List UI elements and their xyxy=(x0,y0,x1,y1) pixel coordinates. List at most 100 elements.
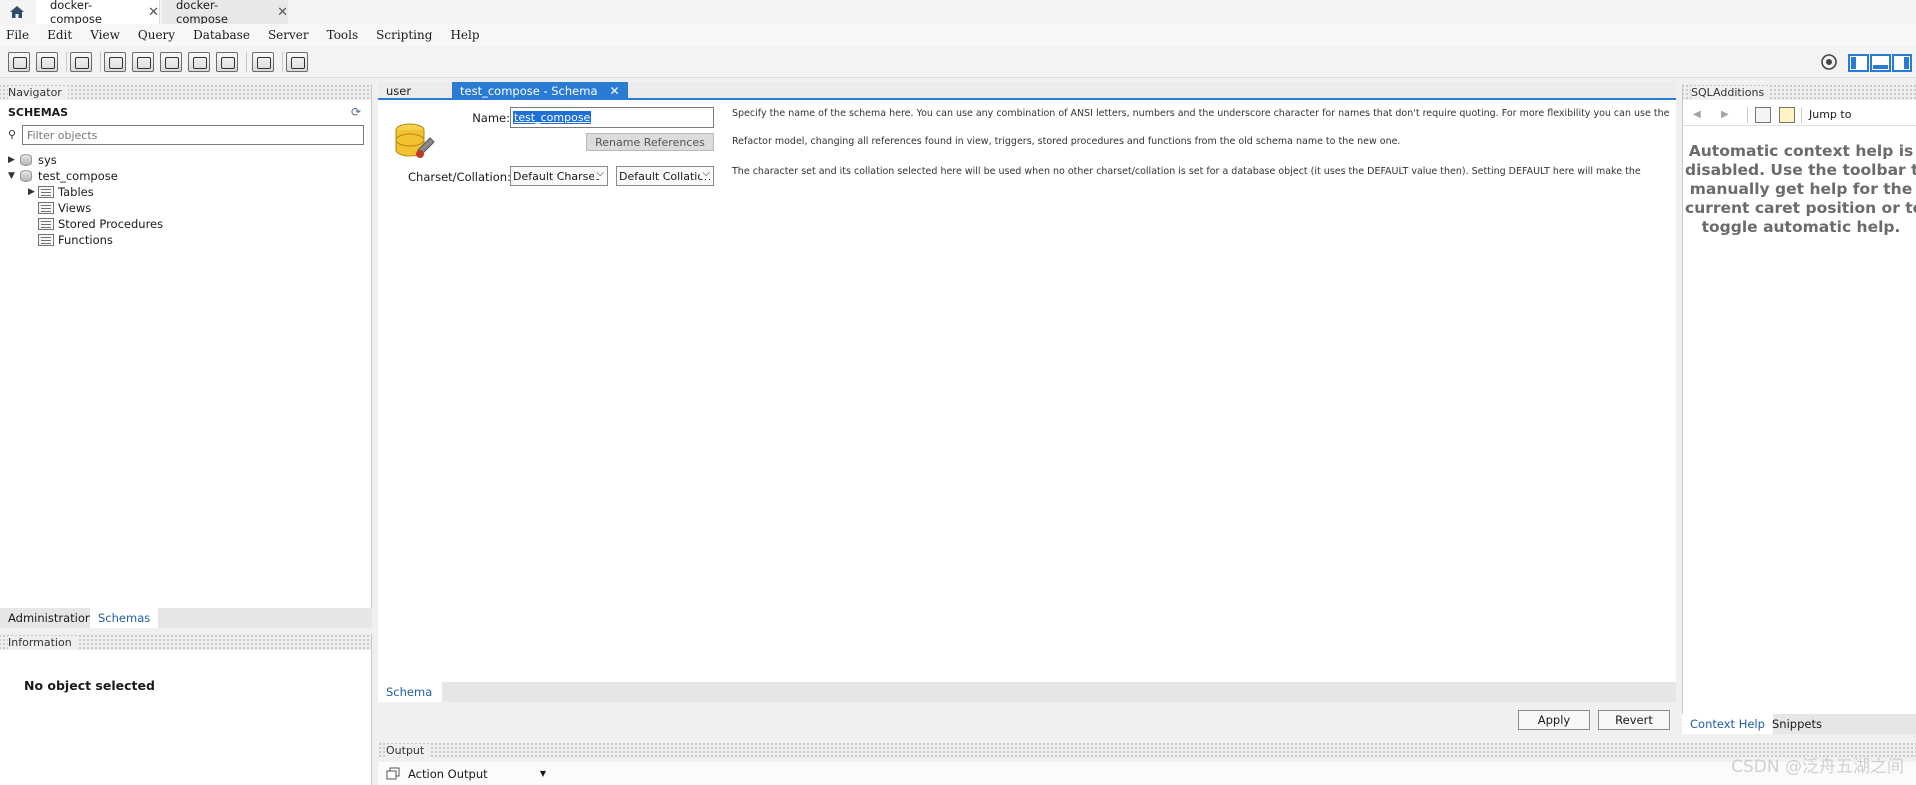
tab-schema[interactable]: Schema xyxy=(378,682,442,702)
copy-icon[interactable] xyxy=(386,767,400,780)
create-table-icon[interactable] xyxy=(132,52,154,72)
connection-tab-2[interactable]: docker-compose ✕ xyxy=(162,0,288,26)
procedures-folder-icon xyxy=(38,218,54,230)
tree-item-label: Tables xyxy=(58,185,94,199)
manual-help-icon[interactable] xyxy=(1755,106,1771,123)
search-table-data-icon[interactable] xyxy=(252,52,274,72)
collapse-arrow-icon[interactable]: ▼ xyxy=(8,171,18,181)
settings-icon[interactable] xyxy=(1820,53,1838,71)
jump-to-label[interactable]: Jump to xyxy=(1809,108,1851,121)
menu-help[interactable]: Help xyxy=(450,28,479,42)
tree-item-tables[interactable]: ▶ Tables xyxy=(8,184,163,200)
menu-view[interactable]: View xyxy=(90,28,120,42)
close-icon[interactable]: ✕ xyxy=(610,84,620,98)
sql-additions-header: SQLAdditions xyxy=(1683,84,1916,100)
schema-name-input[interactable]: test_compose xyxy=(510,107,714,128)
expand-arrow-icon[interactable]: ▶ xyxy=(28,187,38,197)
tree-item-sys[interactable]: ▶ sys xyxy=(8,152,163,168)
editor-subtabs: Schema xyxy=(378,682,1676,702)
menu-query[interactable]: Query xyxy=(138,28,175,42)
open-sql-script-icon[interactable] xyxy=(36,52,58,72)
tree-item-functions[interactable]: Functions xyxy=(8,232,163,248)
help-text-charset: The character set and its collation sele… xyxy=(732,166,1641,177)
navigator-tabs: Administration Schemas xyxy=(0,608,372,628)
toolbar-separator xyxy=(246,52,247,72)
help-text-name: Specify the name of the schema here. You… xyxy=(732,108,1670,119)
functions-folder-icon xyxy=(38,234,54,246)
charset-select[interactable]: Default Charset ⌵ xyxy=(510,166,608,186)
tree-item-label: Functions xyxy=(58,233,113,247)
help-text-refactor: Refactor model, changing all references … xyxy=(732,136,1401,147)
no-object-message: No object selected xyxy=(24,678,155,693)
close-icon[interactable]: ✕ xyxy=(148,5,159,20)
database-icon xyxy=(20,170,32,182)
schema-editor: Name: test_compose Rename References Cha… xyxy=(378,100,1676,682)
output-toolbar: Action Output ▼ xyxy=(378,762,1916,785)
create-procedure-icon[interactable] xyxy=(188,52,210,72)
menu-server[interactable]: Server xyxy=(268,28,309,42)
tree-item-stored-procedures[interactable]: Stored Procedures xyxy=(8,216,163,232)
information-panel: Information No object selected xyxy=(0,634,372,785)
apply-bar: Apply Revert xyxy=(378,702,1676,738)
watermark: CSDN @泛舟五湖之间 xyxy=(1731,757,1904,777)
tab-context-help[interactable]: Context Help xyxy=(1682,714,1773,734)
schema-tree: ▶ sys ▼ test_compose ▶ Tables Views Stor… xyxy=(8,152,163,248)
filter-objects-input[interactable] xyxy=(22,125,364,145)
menu-edit[interactable]: Edit xyxy=(47,28,72,42)
menu-scripting[interactable]: Scripting xyxy=(376,28,432,42)
create-view-icon[interactable] xyxy=(160,52,182,72)
forward-arrow-icon[interactable]: ▶ xyxy=(1721,109,1729,120)
create-function-icon[interactable] xyxy=(216,52,238,72)
reconnect-icon[interactable] xyxy=(286,52,308,72)
navigator-panel: Navigator SCHEMAS ⟳ ⚲ ▶ sys ▼ test_compo… xyxy=(0,84,372,624)
revert-button[interactable]: Revert xyxy=(1598,710,1670,730)
refresh-icon[interactable]: ⟳ xyxy=(351,105,361,119)
views-folder-icon xyxy=(38,202,54,214)
tab-user[interactable]: user xyxy=(378,82,450,100)
output-type-select[interactable]: Action Output ▼ xyxy=(402,765,548,782)
home-tab[interactable] xyxy=(0,0,34,24)
information-header: Information xyxy=(0,634,371,650)
expand-arrow-icon[interactable]: ▶ xyxy=(8,155,18,165)
tree-item-views[interactable]: Views xyxy=(8,200,163,216)
connection-tab-bar: docker-compose ✕ docker-compose ✕ xyxy=(0,0,1916,26)
toolbar-separator xyxy=(1801,106,1802,123)
tab-snippets[interactable]: Snippets xyxy=(1764,714,1830,734)
dropdown-arrow-icon: ▼ xyxy=(539,769,546,778)
toolbar-separator xyxy=(100,52,101,72)
connection-tab-1[interactable]: docker-compose ✕ xyxy=(36,0,160,26)
tree-item-test-compose[interactable]: ▼ test_compose xyxy=(8,168,163,184)
toolbar-separator xyxy=(282,52,283,72)
rename-references-button[interactable]: Rename References xyxy=(586,133,714,151)
menu-tools[interactable]: Tools xyxy=(327,28,359,42)
auto-help-icon[interactable] xyxy=(1779,106,1795,123)
tables-folder-icon xyxy=(38,186,54,198)
apply-button[interactable]: Apply xyxy=(1518,710,1590,730)
tree-item-label: Stored Procedures xyxy=(58,217,164,231)
tab-schemas[interactable]: Schemas xyxy=(90,608,159,628)
tab-administration[interactable]: Administration xyxy=(0,608,100,628)
panel-toggle-icons[interactable] xyxy=(1848,54,1912,72)
close-icon[interactable]: ✕ xyxy=(277,5,288,20)
database-icon xyxy=(20,154,32,166)
menu-file[interactable]: File xyxy=(6,28,29,42)
output-header: Output xyxy=(378,742,1916,758)
menu-bar: File Edit View Query Database Server Too… xyxy=(0,24,1916,46)
collation-select[interactable]: Default Collation ⌵ xyxy=(616,166,714,186)
connection-tab-label: docker-compose xyxy=(50,0,102,26)
home-icon xyxy=(10,6,24,18)
tree-item-label: test_compose xyxy=(38,169,118,183)
toolbar-separator xyxy=(66,52,67,72)
back-arrow-icon[interactable]: ◀ xyxy=(1693,109,1701,120)
new-sql-tab-icon[interactable] xyxy=(8,52,30,72)
create-schema-icon[interactable] xyxy=(104,52,126,72)
tab-test-compose-schema[interactable]: test_compose - Schema ✕ xyxy=(452,82,628,100)
search-icon: ⚲ xyxy=(8,128,17,141)
tree-item-label: Views xyxy=(58,201,92,215)
charset-collation-label: Charset/Collation: xyxy=(408,170,511,184)
sql-additions-tabs: Context Help Snippets xyxy=(1682,714,1916,734)
inspector-icon[interactable] xyxy=(70,52,92,72)
menu-database[interactable]: Database xyxy=(193,28,250,42)
context-help-message: Automatic context help is disabled. Use … xyxy=(1685,142,1916,236)
toolbar-separator xyxy=(1747,106,1748,123)
